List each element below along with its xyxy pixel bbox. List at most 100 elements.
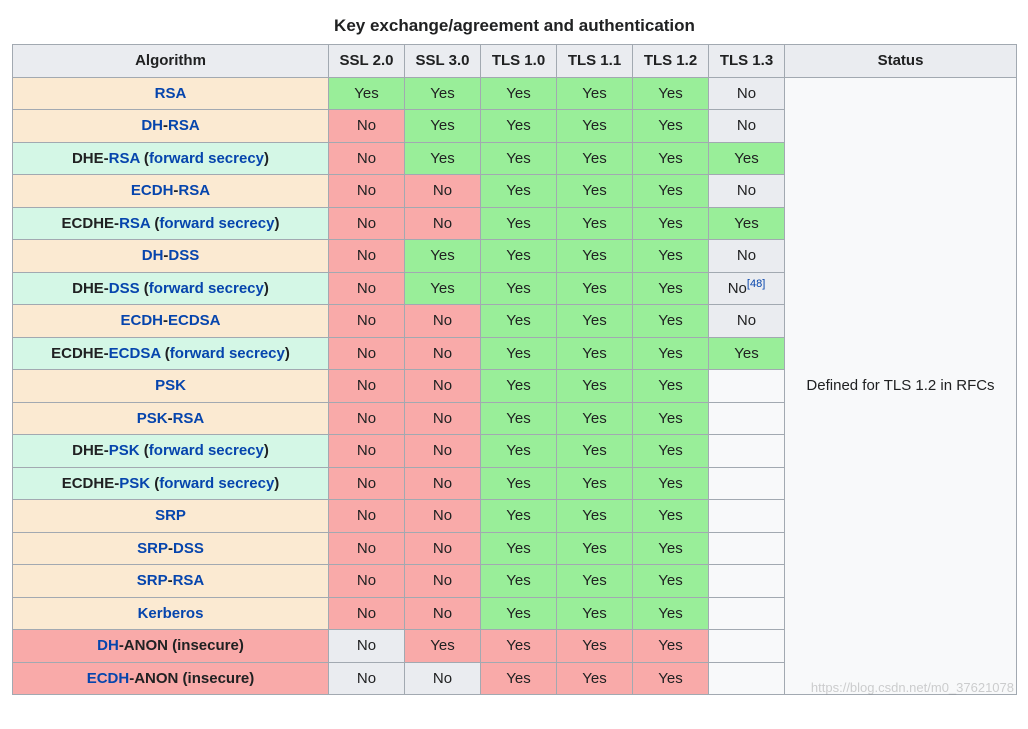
algorithm-cell: ECDHE-ECDSA (forward secrecy) [13,337,329,370]
support-cell: No [329,435,405,468]
algorithm-link[interactable]: DSS [109,280,140,297]
algorithm-link[interactable]: SRP [137,540,168,557]
support-cell: Yes [405,240,481,273]
support-cell: Yes [557,110,633,143]
algorithm-text: ( [140,442,149,459]
algorithm-link[interactable]: SRP [155,507,186,524]
algorithm-link[interactable]: ECDH [131,182,174,199]
algorithm-text: ( [161,345,170,362]
support-cell: No [329,370,405,403]
algorithm-link[interactable]: forward secrecy [159,475,274,492]
support-cell: Yes [329,77,405,110]
support-cell: Yes [481,337,557,370]
algorithm-cell: DHE-PSK (forward secrecy) [13,435,329,468]
algorithm-link[interactable]: RSA [119,215,150,232]
algorithm-link[interactable]: RSA [155,85,187,102]
algorithm-text: ) [264,442,269,459]
algorithm-text: ) [274,475,279,492]
algorithm-link[interactable]: ECDSA [168,312,221,329]
algorithm-cell: ECDH-RSA [13,175,329,208]
algorithm-link[interactable]: DH [142,247,164,264]
algorithm-link[interactable]: PSK [155,377,186,394]
algorithm-link[interactable]: forward secrecy [170,345,285,362]
algorithm-link[interactable]: DH [141,117,163,134]
algorithm-text: -ANON (insecure) [129,670,254,687]
support-cell: No [329,402,405,435]
algorithm-cell: DHE-RSA (forward secrecy) [13,142,329,175]
support-cell [709,467,785,500]
algorithm-link[interactable]: PSK [137,410,168,427]
support-cell [709,370,785,403]
support-cell [709,532,785,565]
support-cell [709,630,785,663]
algorithm-link[interactable]: RSA [173,572,205,589]
page: Key exchange/agreement and authenticatio… [0,0,1028,705]
table-body: RSAYesYesYesYesYesNoDefined for TLS 1.2 … [13,77,1017,695]
algorithm-link[interactable]: RSA [168,117,200,134]
support-cell: Yes [633,500,709,533]
col-tls11: TLS 1.1 [557,45,633,78]
support-cell: Yes [557,272,633,305]
support-cell: No [329,142,405,175]
algorithm-link[interactable]: RSA [173,410,205,427]
support-cell: Yes [481,272,557,305]
support-cell: No [709,240,785,273]
algorithm-link[interactable]: RSA [178,182,210,199]
algorithm-text: ( [140,150,149,167]
algorithm-cell: PSK [13,370,329,403]
algorithm-link[interactable]: forward secrecy [149,280,264,297]
table-head: Algorithm SSL 2.0 SSL 3.0 TLS 1.0 TLS 1.… [13,45,1017,78]
algorithm-link[interactable]: forward secrecy [159,215,274,232]
support-cell: No [405,500,481,533]
algorithm-text: DHE- [72,442,109,459]
reference-link[interactable]: [48] [747,278,765,290]
support-cell: No [329,532,405,565]
support-cell: Yes [633,142,709,175]
algorithm-cell: SRP-RSA [13,565,329,598]
support-cell: No [329,207,405,240]
support-cell: Yes [633,337,709,370]
algorithm-link[interactable]: ECDSA [109,345,161,362]
support-cell: Yes [709,337,785,370]
algorithm-link[interactable]: DSS [173,540,204,557]
support-cell: Yes [557,77,633,110]
support-cell: No [405,337,481,370]
support-cell: No [405,402,481,435]
support-cell: Yes [405,110,481,143]
algorithm-link[interactable]: Kerberos [138,605,204,622]
algorithm-cell: RSA [13,77,329,110]
support-cell: Yes [557,402,633,435]
algorithm-link[interactable]: PSK [109,442,140,459]
support-cell: No [709,110,785,143]
algorithm-link[interactable]: PSK [119,475,150,492]
support-cell: Yes [557,305,633,338]
support-cell: No [405,305,481,338]
algorithm-cell: SRP [13,500,329,533]
support-cell: Yes [405,77,481,110]
algorithm-link[interactable]: DSS [168,247,199,264]
support-cell: Yes [481,370,557,403]
support-cell: No [405,370,481,403]
support-cell: Yes [481,500,557,533]
support-cell: Yes [633,532,709,565]
support-cell: No [329,272,405,305]
support-cell: Yes [557,565,633,598]
algorithm-text: ( [150,215,159,232]
algorithm-link[interactable]: DH [97,637,119,654]
algorithm-link[interactable]: forward secrecy [149,442,264,459]
algorithm-link[interactable]: RSA [109,150,140,167]
col-ssl30: SSL 3.0 [405,45,481,78]
algorithm-text: ) [264,280,269,297]
algorithm-link[interactable]: forward secrecy [149,150,264,167]
support-cell: Yes [481,402,557,435]
algorithm-link[interactable]: ECDH [120,312,163,329]
support-cell: Yes [557,532,633,565]
algorithm-link[interactable]: SRP [137,572,168,589]
support-cell: No [405,565,481,598]
algorithm-link[interactable]: ECDH [87,670,130,687]
support-cell: Yes [557,370,633,403]
support-cell: Yes [557,175,633,208]
support-cell: No [329,500,405,533]
support-cell: No [329,565,405,598]
status-cell: Defined for TLS 1.2 in RFCs [785,77,1017,695]
